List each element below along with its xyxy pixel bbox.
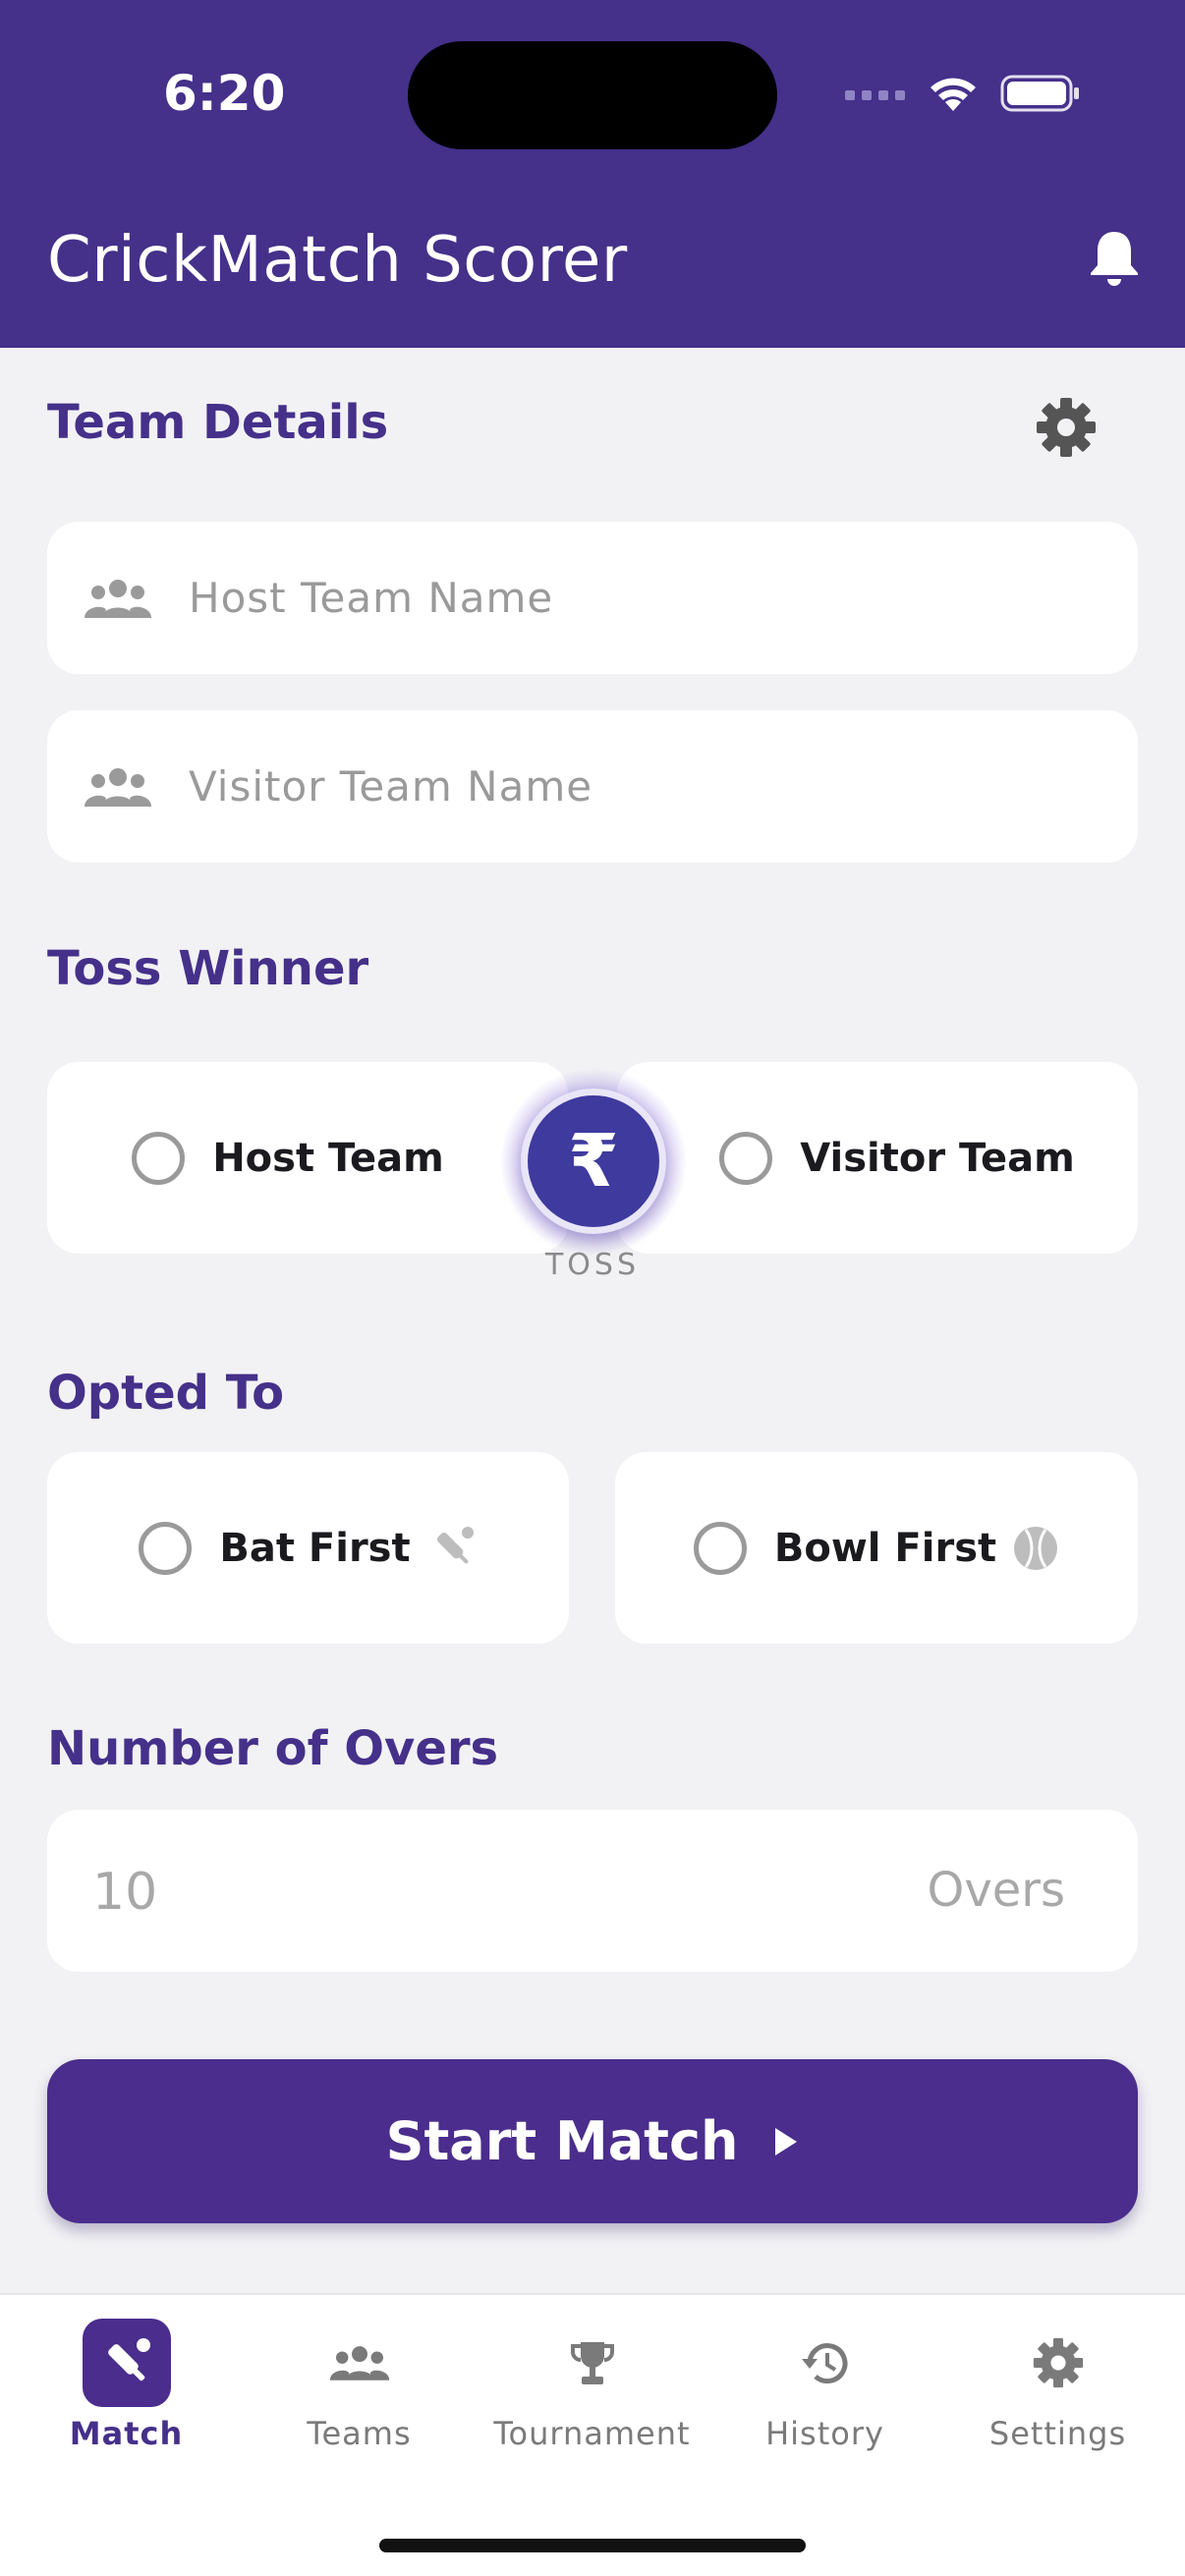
tab-tournament[interactable]: Tournament [474,2295,710,2492]
battery-icon [1000,75,1079,112]
bat-first-radio[interactable] [139,1521,193,1575]
tab-tournament-label: Tournament [493,2415,691,2452]
host-team-input[interactable] [189,574,1073,622]
host-team-field [47,522,1138,674]
dynamic-island [408,41,777,149]
trophy-icon [548,2319,637,2407]
toss-option-host-label: Host Team [212,1135,444,1181]
toss-option-visitor-label: Visitor Team [800,1135,1075,1181]
cricket-ball-icon [1014,1526,1058,1570]
cellular-icon [845,90,905,100]
start-match-label: Start Match [385,2110,739,2172]
cricket-bat-icon [82,2319,171,2407]
tab-settings[interactable]: Settings [939,2295,1176,2492]
visitor-team-field [47,710,1138,863]
tab-history[interactable]: History [706,2295,943,2492]
tab-teams-label: Teams [307,2415,412,2452]
team-details-title: Team Details [47,395,389,450]
tab-match[interactable]: Match [8,2295,245,2492]
overs-unit: Overs [927,1863,1065,1918]
wifi-icon [931,78,976,111]
people-icon [83,767,153,807]
app-title: CrickMatch Scorer [47,224,628,297]
start-match-button[interactable]: Start Match [47,2059,1138,2223]
toss-option-host[interactable]: Host Team [47,1062,568,1254]
history-icon [781,2319,870,2407]
visitor-team-radio[interactable] [719,1131,773,1185]
tab-teams[interactable]: Teams [241,2295,478,2492]
toss-button[interactable]: ₹ [521,1089,666,1234]
tab-history-label: History [765,2415,884,2452]
toss-option-visitor[interactable]: Visitor Team [617,1062,1138,1254]
host-team-radio[interactable] [132,1131,186,1185]
tab-settings-label: Settings [988,2415,1127,2452]
app-header: 6:20 CrickMatch Scorer [0,0,1185,348]
opted-to-title: Opted To [47,1366,285,1421]
overs-title: Number of Overs [47,1721,499,1776]
people-icon [315,2319,404,2407]
visitor-team-input[interactable] [189,762,1073,811]
tab-match-label: Match [69,2415,184,2452]
overs-input[interactable]: 10 [92,1863,157,1922]
bell-icon[interactable] [1087,228,1142,289]
bat-first-label: Bat First [219,1525,411,1571]
home-indicator [379,2539,806,2552]
toss-button-wrap: ₹ [501,1069,686,1254]
bottom-tab-bar: Match Teams Tournament History Settings [0,2293,1185,2576]
status-icons [845,69,1081,118]
gear-icon [1014,2319,1102,2407]
bowl-first-option[interactable]: Bowl First [615,1452,1138,1644]
people-icon [83,579,153,618]
status-time: 6:20 [163,65,286,122]
toss-winner-title: Toss Winner [47,941,369,996]
cricket-bat-icon [436,1526,474,1563]
gear-icon[interactable] [1036,397,1097,458]
play-icon [775,2127,798,2156]
toss-caption: TOSS [544,1248,641,1282]
bat-first-option[interactable]: Bat First [47,1452,569,1644]
bowl-first-label: Bowl First [773,1525,997,1571]
bowl-first-radio[interactable] [693,1521,747,1575]
